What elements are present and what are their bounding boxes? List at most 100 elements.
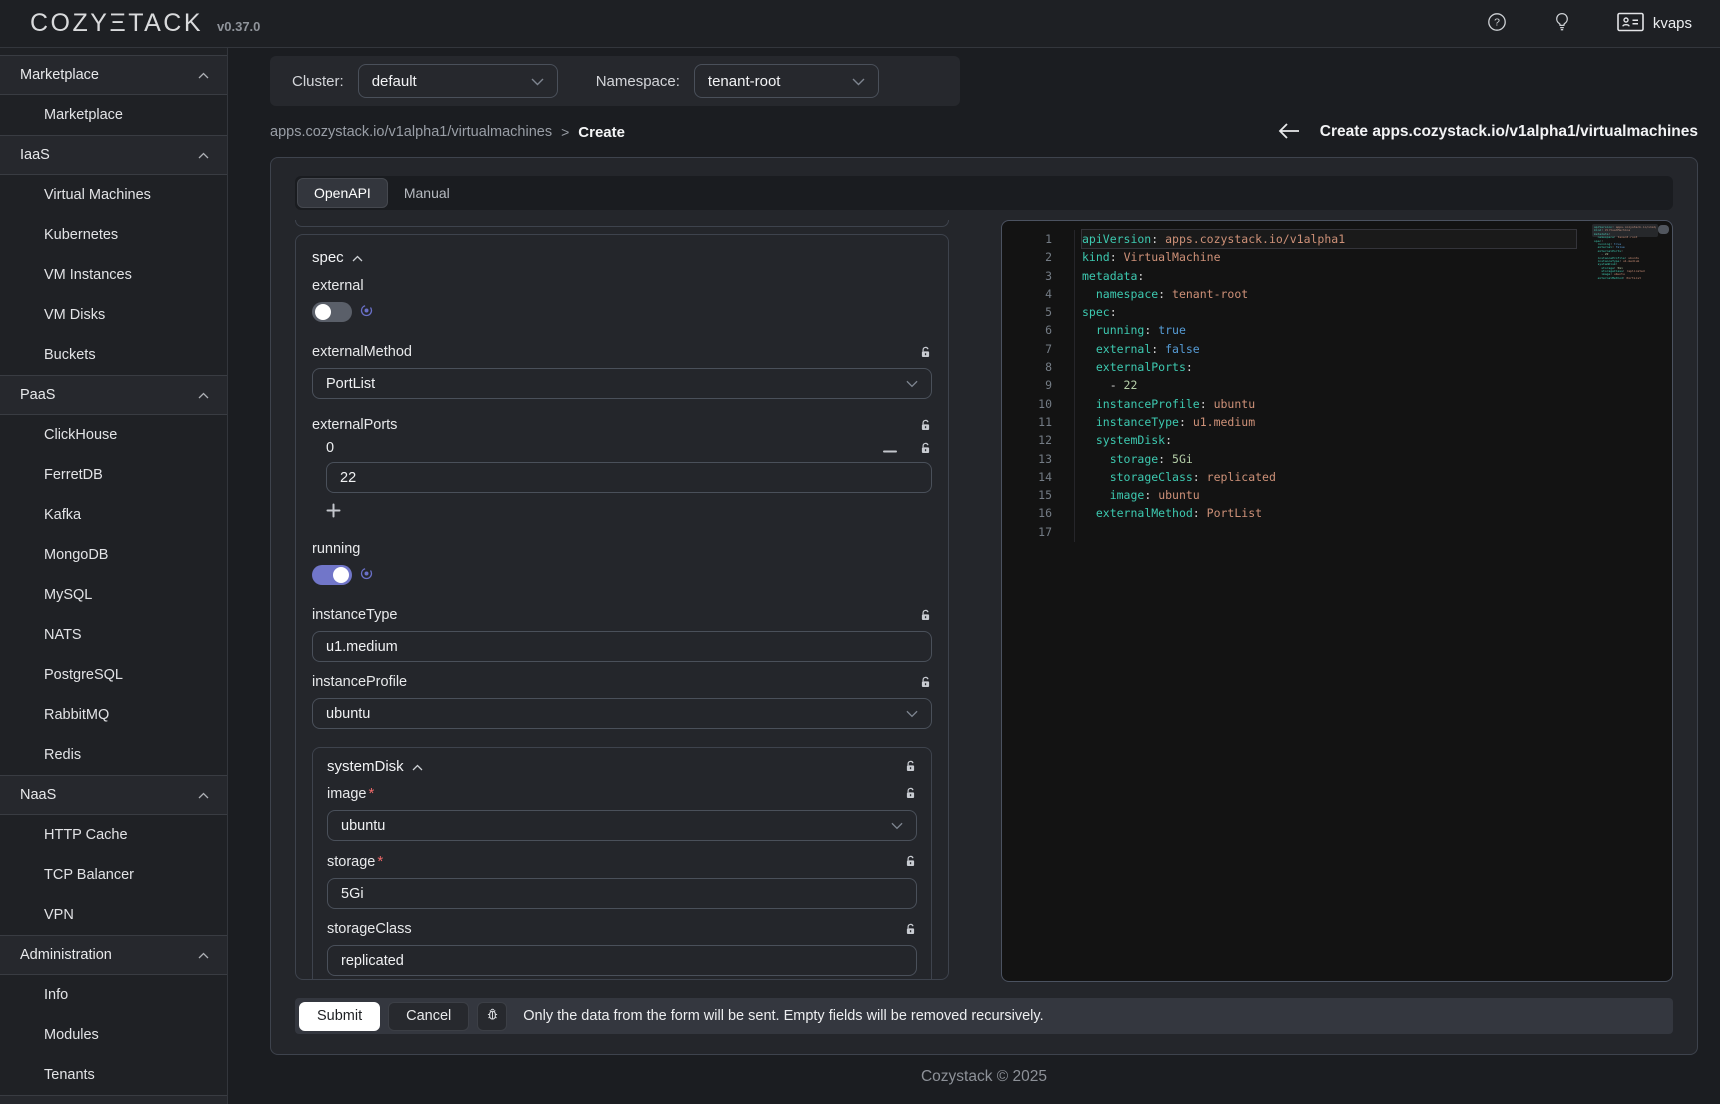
editor-line[interactable]: 9 - 22 [1002,376,1672,394]
help-icon: ? [1487,12,1507,35]
editor-line[interactable]: 8 externalPorts: [1002,358,1672,376]
sidebar-item-vm-disks[interactable]: VM Disks [0,295,227,335]
image-select[interactable]: ubuntu [327,810,917,841]
sidebar-section-cutoff [0,1095,227,1104]
chevron-up-icon [198,387,209,403]
debug-button[interactable] [477,1002,507,1031]
add-port-button[interactable] [326,503,341,521]
instanceProfile-select[interactable]: ubuntu [312,698,932,729]
line-number: 5 [1002,303,1052,321]
editor-line[interactable]: 2kind: VirtualMachine [1002,248,1672,266]
lock-open-icon[interactable] [919,442,932,455]
editor-line[interactable]: 13 storage: 5Gi [1002,450,1672,468]
storage-label: storage [327,854,375,870]
plus-icon [326,503,341,521]
editor-line[interactable]: 16 externalMethod: PortList [1002,504,1672,522]
sidebar-section-paas[interactable]: PaaS [0,375,227,415]
help-button[interactable]: ? [1487,12,1507,35]
editor-line[interactable]: 12 systemDisk: [1002,431,1672,449]
sidebar-section-naas[interactable]: NaaS [0,775,227,815]
sidebar-item-marketplace[interactable]: Marketplace [0,95,227,135]
sidebar-item-clickhouse[interactable]: ClickHouse [0,415,227,455]
externalPorts-item-input[interactable] [326,462,932,493]
cancel-button[interactable]: Cancel [388,1002,469,1031]
line-number: 11 [1002,413,1052,431]
user-menu[interactable]: kvaps [1617,12,1692,36]
lock-open-icon[interactable] [919,346,932,359]
sidebar-item-vpn[interactable]: VPN [0,895,227,935]
sidebar-item-info[interactable]: Info [0,975,227,1015]
chevron-down-icon [891,818,903,834]
cluster-select[interactable]: default [358,64,558,98]
instanceType-input[interactable] [312,631,932,662]
tab-manual[interactable]: Manual [388,178,466,208]
editor-line[interactable]: 4 namespace: tenant-root [1002,285,1672,303]
editor-line[interactable]: 15 image: ubuntu [1002,486,1672,504]
submit-button[interactable]: Submit [299,1002,380,1031]
editor-line[interactable]: 10 instanceProfile: ubuntu [1002,395,1672,413]
required-mark: * [369,785,375,802]
external-toggle[interactable] [312,302,352,322]
externalMethod-select[interactable]: PortList [312,368,932,399]
editor-line[interactable]: 17 [1002,523,1672,541]
lock-open-icon[interactable] [919,609,932,622]
sidebar-item-mysql[interactable]: MySQL [0,575,227,615]
line-number: 3 [1002,267,1052,285]
sidebar-item-vm-instances[interactable]: VM Instances [0,255,227,295]
spec-group-toggle[interactable]: spec [312,249,932,266]
sidebar-item-kafka[interactable]: Kafka [0,495,227,535]
lock-open-icon[interactable] [919,419,932,432]
sidebar-item-mongodb[interactable]: MongoDB [0,535,227,575]
running-toggle[interactable] [312,565,352,585]
lock-open-icon[interactable] [904,923,917,936]
sidebar-section-marketplace[interactable]: Marketplace [0,55,227,95]
form-actions-bar: Submit Cancel Only the data from the for… [295,998,1673,1034]
sidebar-item-modules[interactable]: Modules [0,1015,227,1055]
remove-port-button[interactable] [883,441,897,456]
editor-scrollbar-thumb[interactable] [1658,225,1669,234]
sidebar-item-virtual-machines[interactable]: Virtual Machines [0,175,227,215]
sidebar-item-http-cache[interactable]: HTTP Cache [0,815,227,855]
editor-line[interactable]: 3metadata: [1002,267,1672,285]
line-number: 8 [1002,358,1052,376]
sidebar-item-redis[interactable]: Redis [0,735,227,775]
systemDisk-group-toggle[interactable]: systemDisk [327,758,423,775]
lock-open-icon[interactable] [904,787,917,800]
sidebar-item-buckets[interactable]: Buckets [0,335,227,375]
breadcrumb-separator: > [561,124,569,140]
sidebar-section-label: PaaS [20,387,55,403]
lock-open-icon[interactable] [904,855,917,868]
editor-line[interactable]: 5spec: [1002,303,1672,321]
lock-open-icon[interactable] [919,676,932,689]
breadcrumb-path[interactable]: apps.cozystack.io/v1alpha1/virtualmachin… [270,124,552,140]
editor-line[interactable]: 7 external: false [1002,340,1672,358]
theme-toggle-button[interactable] [1553,12,1571,35]
editor-line[interactable]: 6 running: true [1002,321,1672,339]
sidebar-item-postgresql[interactable]: PostgreSQL [0,655,227,695]
sidebar-item-nats[interactable]: NATS [0,615,227,655]
tab-openapi[interactable]: OpenAPI [297,178,388,208]
lock-open-icon[interactable] [904,760,917,773]
sidebar-section-iaas[interactable]: IaaS [0,135,227,175]
editor-line[interactable]: 11 instanceType: u1.medium [1002,413,1672,431]
toggle-knob [315,304,331,320]
sidebar-section-label: IaaS [20,147,50,163]
minimap-slider[interactable] [1592,224,1658,237]
sidebar-item-tcp-balancer[interactable]: TCP Balancer [0,855,227,895]
line-number: 12 [1002,431,1052,449]
namespace-select[interactable]: tenant-root [694,64,879,98]
yaml-editor[interactable]: 1apiVersion: apps.cozystack.io/v1alpha12… [1001,220,1673,982]
sidebar-item-ferretdb[interactable]: FerretDB [0,455,227,495]
line-number: 15 [1002,486,1052,504]
editor-line[interactable]: 1apiVersion: apps.cozystack.io/v1alpha1 [1002,230,1672,248]
sidebar-item-rabbitmq[interactable]: RabbitMQ [0,695,227,735]
sidebar-section-administration[interactable]: Administration [0,935,227,975]
storageClass-input[interactable] [327,945,917,976]
sidebar-item-tenants[interactable]: Tenants [0,1055,227,1095]
back-button[interactable] [1278,122,1300,143]
editor-line[interactable]: 14 storageClass: replicated [1002,468,1672,486]
sidebar-item-kubernetes[interactable]: Kubernetes [0,215,227,255]
editor-code[interactable]: 1apiVersion: apps.cozystack.io/v1alpha12… [1002,221,1672,541]
storage-input[interactable] [327,878,917,909]
line-number: 16 [1002,504,1052,522]
